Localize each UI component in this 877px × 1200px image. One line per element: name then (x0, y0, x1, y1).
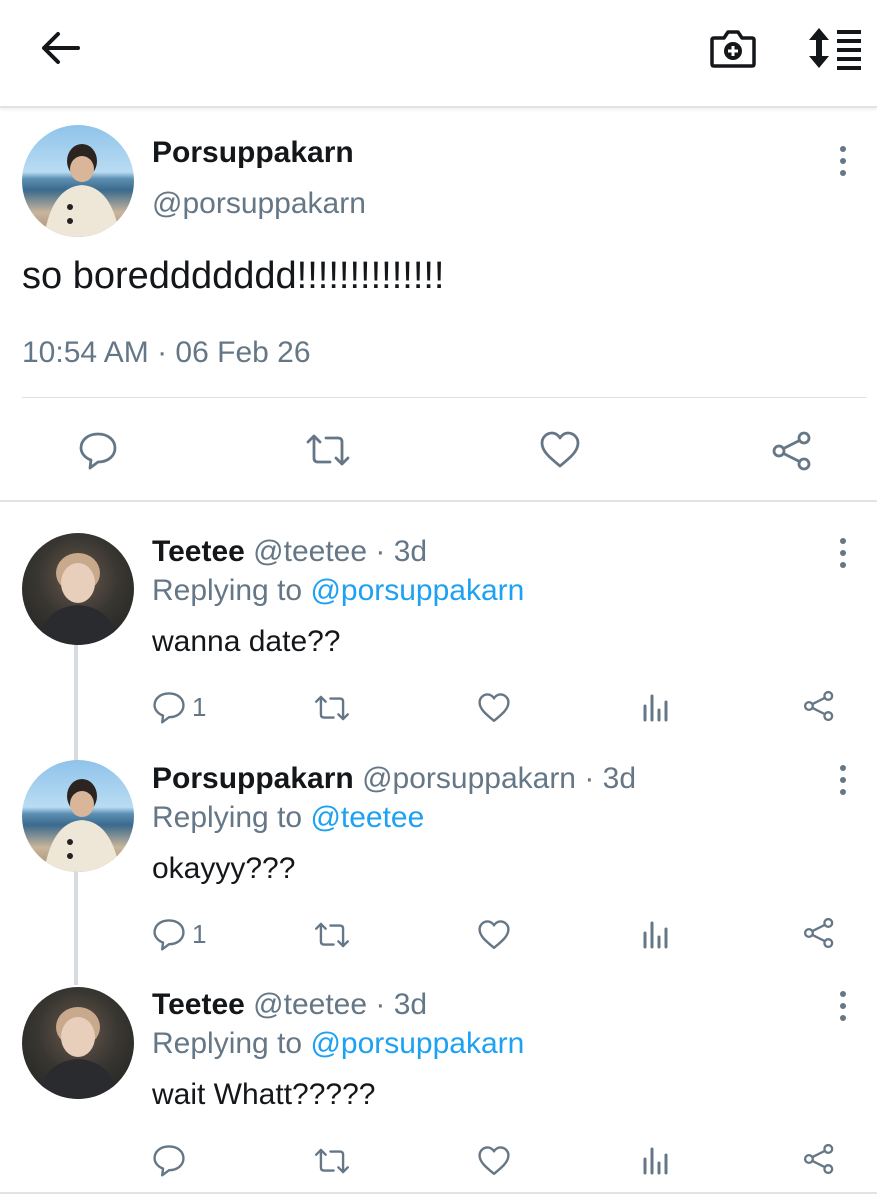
share-icon (802, 689, 836, 723)
replying-to: Replying to @porsuppakarn (152, 1027, 524, 1061)
reply-author-name[interactable]: Teetee (152, 535, 245, 568)
reply-text: wanna date?? (152, 625, 341, 658)
back-arrow-icon[interactable] (36, 26, 84, 70)
replying-to-mention[interactable]: @teetee (310, 801, 424, 834)
reply-count: 1 (192, 691, 207, 722)
reply-button[interactable]: 1 (152, 690, 206, 724)
reply-handle-time: @teetee · 3d (253, 988, 428, 1021)
reply-handle-time: @porsuppakarn · 3d (362, 762, 637, 795)
reply-button[interactable] (152, 1143, 186, 1177)
heart-icon (477, 919, 511, 951)
avatar[interactable] (22, 125, 134, 237)
share-button[interactable] (770, 430, 814, 472)
heart-icon (477, 692, 511, 724)
retweet-button[interactable] (313, 919, 351, 951)
comment-icon (152, 1143, 186, 1177)
analytics-icon (641, 919, 671, 949)
comment-icon (152, 917, 186, 951)
like-button[interactable] (477, 692, 511, 724)
analytics-button[interactable] (641, 692, 671, 722)
share-icon (770, 430, 814, 472)
reply-header: Teetee @teetee · 3d (152, 535, 427, 569)
analytics-icon (641, 692, 671, 722)
author-name[interactable]: Porsuppakarn (152, 136, 354, 170)
tweet-timestamp: 10:54 AM · 06 Feb 26 (22, 336, 311, 369)
tweet-text: so boreddddddd!!!!!!!!!!!!!! (22, 255, 445, 297)
comment-icon (152, 690, 186, 724)
reply-header: Teetee @teetee · 3d (152, 988, 427, 1022)
heart-icon (477, 1145, 511, 1177)
analytics-icon (641, 1145, 671, 1175)
divider (22, 397, 867, 398)
reply-author-name[interactable]: Porsuppakarn (152, 762, 354, 795)
share-button[interactable] (802, 689, 836, 723)
analytics-button[interactable] (641, 919, 671, 949)
heart-icon (539, 430, 581, 470)
retweet-button[interactable] (304, 430, 352, 470)
more-options-icon[interactable] (838, 991, 848, 1021)
top-app-bar (0, 0, 877, 108)
retweet-icon (304, 430, 352, 470)
reply-button[interactable]: 1 (152, 917, 206, 951)
avatar[interactable] (22, 533, 134, 645)
like-button[interactable] (539, 430, 581, 470)
retweet-icon (313, 692, 351, 724)
bottom-divider (0, 1192, 877, 1194)
share-button[interactable] (802, 1142, 836, 1176)
like-button[interactable] (477, 1145, 511, 1177)
more-options-icon[interactable] (838, 146, 848, 176)
retweet-button[interactable] (313, 692, 351, 724)
reply-header: Porsuppakarn @porsuppakarn · 3d (152, 762, 636, 796)
sort-icon[interactable] (806, 24, 864, 72)
section-divider (0, 500, 877, 502)
share-button[interactable] (802, 916, 836, 950)
reply-count: 1 (192, 918, 207, 949)
share-icon (802, 1142, 836, 1176)
replying-to-label: Replying to (152, 574, 303, 607)
camera-icon[interactable] (706, 24, 760, 72)
more-options-icon[interactable] (838, 538, 848, 568)
reply-text: wait Whatt????? (152, 1078, 376, 1111)
replying-to-label: Replying to (152, 801, 303, 834)
retweet-button[interactable] (313, 1145, 351, 1177)
share-icon (802, 916, 836, 950)
replying-to: Replying to @teetee (152, 801, 424, 835)
replying-to-label: Replying to (152, 1027, 303, 1060)
like-button[interactable] (477, 919, 511, 951)
more-options-icon[interactable] (838, 765, 848, 795)
reply-text: okayyy??? (152, 852, 296, 885)
reply-author-name[interactable]: Teetee (152, 988, 245, 1021)
retweet-icon (313, 919, 351, 951)
reply-button[interactable] (78, 430, 118, 470)
replying-to: Replying to @porsuppakarn (152, 574, 524, 608)
reply-handle-time: @teetee · 3d (253, 535, 428, 568)
author-handle[interactable]: @porsuppakarn (152, 187, 366, 221)
analytics-button[interactable] (641, 1145, 671, 1175)
retweet-icon (313, 1145, 351, 1177)
comment-icon (78, 430, 118, 470)
replying-to-mention[interactable]: @porsuppakarn (310, 574, 524, 607)
avatar[interactable] (22, 760, 134, 872)
replying-to-mention[interactable]: @porsuppakarn (310, 1027, 524, 1060)
avatar[interactable] (22, 987, 134, 1099)
